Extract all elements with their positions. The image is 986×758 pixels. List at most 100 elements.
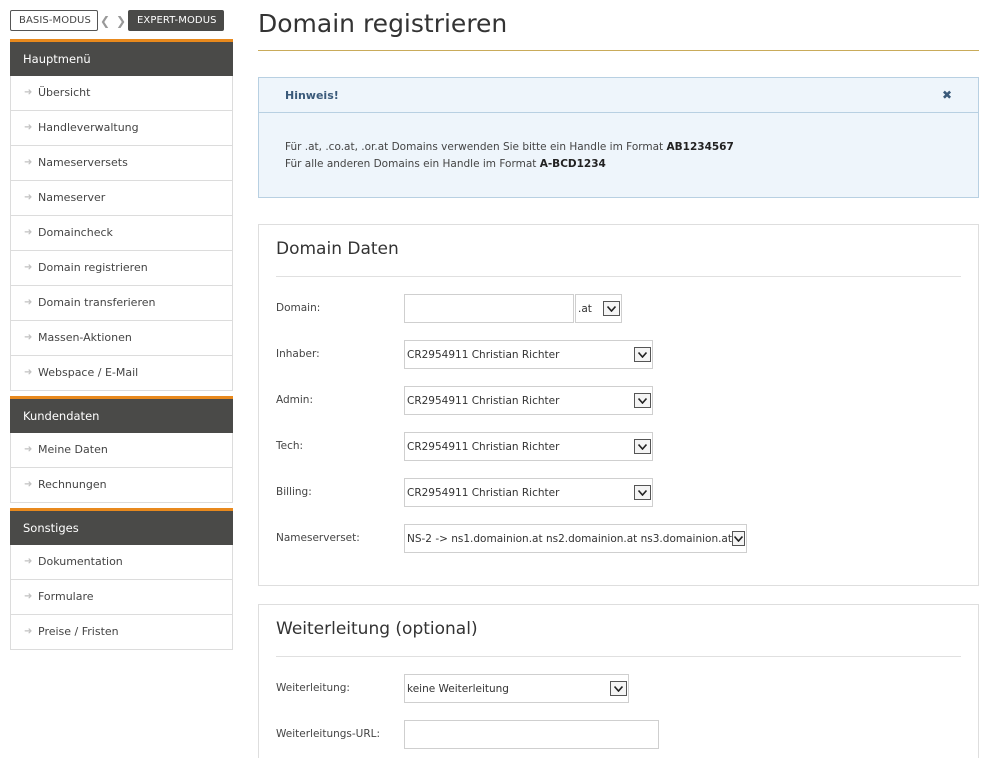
- sidebar: Hauptmenü ➜ Übersicht ➜ Handleverwaltung ➜…: [10, 39, 233, 650]
- notice-title: Hinweis!: [259, 78, 978, 113]
- chevron-down-icon: [634, 393, 651, 408]
- sidebar-item-domaincheck[interactable]: ➜ Domaincheck: [11, 216, 232, 251]
- sidebar-item-label: Rechnungen: [38, 478, 107, 491]
- sidebar-item-domain-register[interactable]: ➜ Domain registrieren: [11, 251, 232, 286]
- sidebar-item-label: Nameserversets: [38, 156, 128, 169]
- nameserverset-label: Nameserverset:: [276, 532, 360, 544]
- nameserverset-select[interactable]: NS-2 -> ns1.domainion.at ns2.domainion.a…: [404, 524, 747, 553]
- arrow-right-icon: ➜: [24, 227, 33, 238]
- notice-line-1-text: Für .at, .co.at, .or.at Domains verwende…: [285, 141, 667, 153]
- forwarding-row: Weiterleitung: keine Weiterleitung: [276, 674, 961, 720]
- tech-label: Tech:: [276, 440, 304, 452]
- chevron-down-icon: [634, 439, 651, 454]
- menu-header-misc: Sonstiges: [10, 508, 233, 545]
- owner-row: Inhaber: CR2954911 Christian Richter: [276, 340, 961, 386]
- sidebar-item-label: Formulare: [38, 590, 94, 603]
- sidebar-item-prices[interactable]: ➜ Preise / Fristen: [11, 615, 232, 650]
- admin-select[interactable]: CR2954911 Christian Richter: [404, 386, 653, 415]
- sidebar-item-label: Domain transferieren: [38, 296, 156, 309]
- page-title: Domain registrieren: [258, 9, 979, 51]
- arrow-right-icon: ➜: [24, 87, 33, 98]
- chevron-down-icon: [731, 531, 745, 546]
- sidebar-item-webspace[interactable]: ➜ Webspace / E-Mail: [11, 356, 232, 391]
- chevron-right-icon[interactable]: ❯: [116, 14, 126, 28]
- forwarding-url-label: Weiterleitungs-URL:: [276, 728, 381, 740]
- admin-select-value: CR2954911 Christian Richter: [407, 394, 560, 407]
- arrow-right-icon: ➜: [24, 367, 33, 378]
- domain-data-panel: Domain Daten Domain: .at Inhaber: CR2954…: [258, 224, 979, 586]
- notice-line-2: Für alle anderen Domains ein Handle im F…: [285, 156, 952, 173]
- sidebar-item-overview[interactable]: ➜ Übersicht: [11, 76, 232, 111]
- forwarding-panel: Weiterleitung (optional) Weiterleitung: …: [258, 604, 979, 758]
- tech-select[interactable]: CR2954911 Christian Richter: [404, 432, 653, 461]
- forwarding-select[interactable]: keine Weiterleitung: [404, 674, 629, 703]
- sidebar-item-label: Domain registrieren: [38, 261, 148, 274]
- domain-row: Domain: .at: [276, 294, 961, 340]
- sidebar-item-invoices[interactable]: ➜ Rechnungen: [11, 468, 232, 503]
- forwarding-url-row: Weiterleitungs-URL:: [276, 720, 961, 758]
- owner-label: Inhaber:: [276, 348, 320, 360]
- forwarding-url-input[interactable]: [404, 720, 659, 749]
- chevron-down-icon: [634, 485, 651, 500]
- notice-line-1-format: AB1234567: [666, 141, 734, 153]
- sidebar-item-label: Dokumentation: [38, 555, 123, 568]
- sidebar-item-forms[interactable]: ➜ Formulare: [11, 580, 232, 615]
- billing-select-value: CR2954911 Christian Richter: [407, 486, 560, 499]
- notice-box: Hinweis! ✖ Für .at, .co.at, .or.at Domai…: [258, 77, 979, 198]
- arrow-right-icon: ➜: [24, 479, 33, 490]
- sidebar-item-nameserversets[interactable]: ➜ Nameserversets: [11, 146, 232, 181]
- menu-group-main: Hauptmenü ➜ Übersicht ➜ Handleverwaltung ➜…: [10, 39, 233, 391]
- basic-mode-button[interactable]: BASIS-MODUS: [10, 10, 98, 31]
- arrow-right-icon: ➜: [24, 556, 33, 567]
- sidebar-item-label: Preise / Fristen: [38, 625, 119, 638]
- sidebar-item-bulk-actions[interactable]: ➜ Massen-Aktionen: [11, 321, 232, 356]
- nameserverset-select-value: NS-2 -> ns1.domainion.at ns2.domainion.a…: [407, 532, 732, 545]
- arrow-right-icon: ➜: [24, 332, 33, 343]
- menu-header-customer: Kundendaten: [10, 396, 233, 433]
- billing-label: Billing:: [276, 486, 312, 498]
- arrow-right-icon: ➜: [24, 591, 33, 602]
- tld-select[interactable]: .at: [575, 294, 622, 323]
- sidebar-item-nameserver[interactable]: ➜ Nameserver: [11, 181, 232, 216]
- billing-select[interactable]: CR2954911 Christian Richter: [404, 478, 653, 507]
- menu-list-customer: ➜ Meine Daten ➜ Rechnungen: [10, 433, 233, 503]
- expert-mode-button[interactable]: EXPERT-MODUS: [128, 10, 224, 31]
- forwarding-select-value: keine Weiterleitung: [407, 682, 509, 695]
- sidebar-item-label: Domaincheck: [38, 226, 113, 239]
- sidebar-item-documentation[interactable]: ➜ Dokumentation: [11, 545, 232, 580]
- arrow-right-icon: ➜: [24, 262, 33, 273]
- arrow-right-icon: ➜: [24, 157, 33, 168]
- sidebar-item-label: Nameserver: [38, 191, 106, 204]
- chevron-left-icon[interactable]: ❮: [100, 14, 110, 28]
- admin-label: Admin:: [276, 394, 314, 406]
- mode-arrows: ❮ ❯: [98, 14, 128, 28]
- sidebar-item-domain-transfer[interactable]: ➜ Domain transferieren: [11, 286, 232, 321]
- arrow-right-icon: ➜: [24, 297, 33, 308]
- sidebar-item-label: Meine Daten: [38, 443, 108, 456]
- sidebar-item-my-data[interactable]: ➜ Meine Daten: [11, 433, 232, 468]
- chevron-down-icon: [634, 347, 651, 362]
- menu-header-main: Hauptmenü: [10, 39, 233, 76]
- main-content: Domain registrieren Hinweis! ✖ Für .at, …: [258, 0, 979, 758]
- sidebar-item-label: Webspace / E-Mail: [38, 366, 139, 379]
- notice-body: Für .at, .co.at, .or.at Domains verwende…: [259, 113, 978, 173]
- tech-row: Tech: CR2954911 Christian Richter: [276, 432, 961, 478]
- sidebar-item-handles[interactable]: ➜ Handleverwaltung: [11, 111, 232, 146]
- forwarding-title: Weiterleitung (optional): [276, 605, 961, 657]
- menu-group-customer: Kundendaten ➜ Meine Daten ➜ Rechnungen: [10, 396, 233, 503]
- arrow-right-icon: ➜: [24, 192, 33, 203]
- tech-select-value: CR2954911 Christian Richter: [407, 440, 560, 453]
- notice-line-2-format: A-BCD1234: [539, 158, 606, 170]
- domain-input[interactable]: [404, 294, 574, 323]
- admin-row: Admin: CR2954911 Christian Richter: [276, 386, 961, 432]
- sidebar-item-label: Massen-Aktionen: [38, 331, 132, 344]
- arrow-right-icon: ➜: [24, 122, 33, 133]
- arrow-right-icon: ➜: [24, 626, 33, 637]
- chevron-down-icon: [603, 301, 620, 316]
- close-icon[interactable]: ✖: [942, 89, 952, 101]
- owner-select[interactable]: CR2954911 Christian Richter: [404, 340, 653, 369]
- menu-group-misc: Sonstiges ➜ Dokumentation ➜ Formulare ➜ Pre…: [10, 508, 233, 650]
- chevron-down-icon: [610, 681, 627, 696]
- domain-label: Domain:: [276, 302, 321, 314]
- menu-list-main: ➜ Übersicht ➜ Handleverwaltung ➜ Nameserver…: [10, 76, 233, 391]
